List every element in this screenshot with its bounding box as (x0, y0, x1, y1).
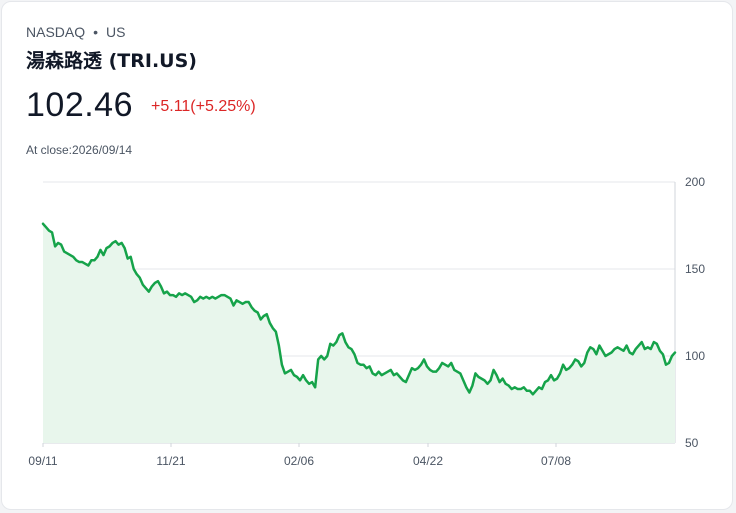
price-chart: 200 150 100 50 09/11 11/21 02/06 04/22 07/08 (28, 175, 705, 468)
x-tick-label: 07/08 (541, 454, 571, 468)
y-tick-label: 150 (685, 262, 705, 276)
x-tick-label: 11/21 (156, 454, 185, 468)
y-tick-label: 200 (685, 175, 705, 189)
x-tick-label: 04/22 (413, 454, 443, 468)
y-tick-label: 50 (685, 436, 699, 450)
y-tick-label: 100 (685, 349, 705, 363)
x-tick-label: 02/06 (284, 454, 314, 468)
x-tick-label: 09/11 (28, 454, 57, 468)
price-area-fill (43, 223, 675, 443)
